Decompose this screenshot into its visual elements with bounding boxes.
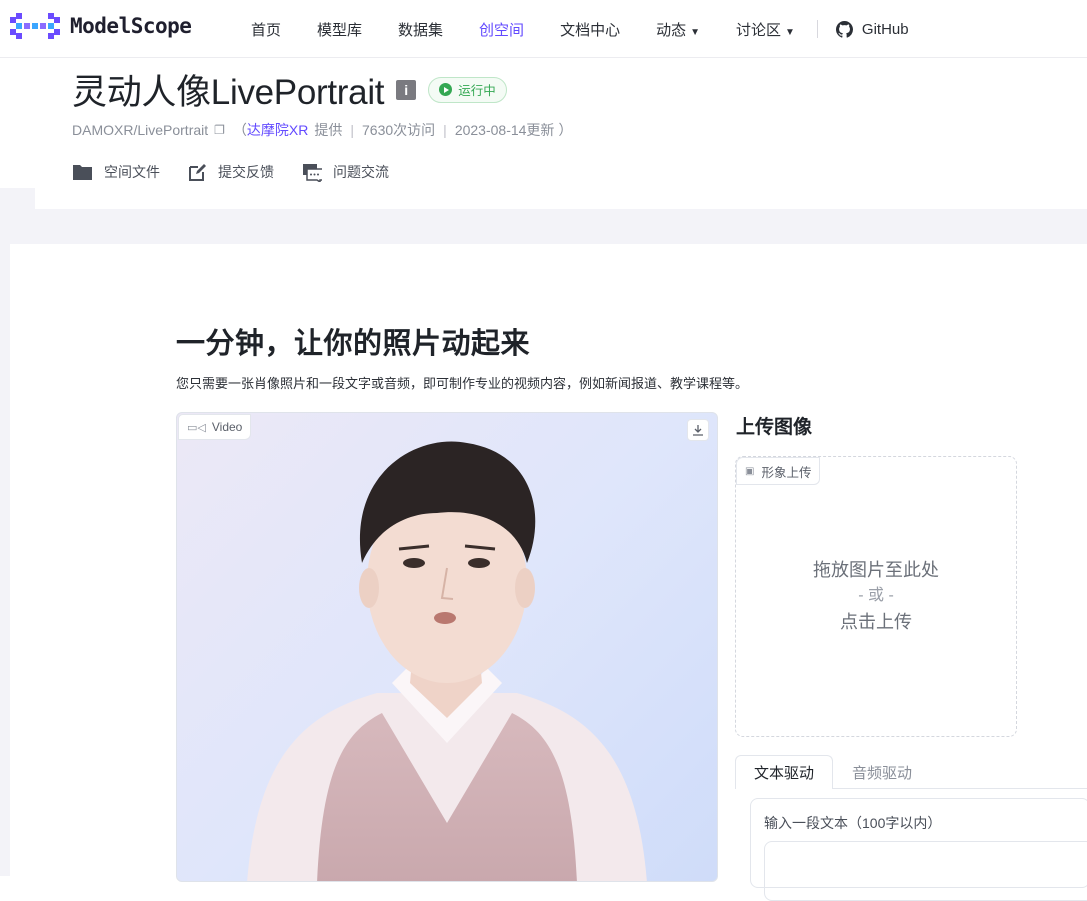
provider-close-paren: ） — [558, 122, 573, 138]
caret-down-icon: ▼ — [690, 26, 700, 38]
header-left-strip — [0, 58, 35, 188]
video-icon: ▭◁ — [187, 421, 206, 434]
video-panel[interactable]: ▭◁ Video — [176, 412, 718, 882]
visit-count: 7630次访问 — [362, 122, 436, 138]
nav-item-forum[interactable]: 讨论区 ▼ — [736, 19, 795, 40]
status-text: 运行中 — [458, 84, 496, 98]
separator: | — [443, 122, 447, 138]
folder-icon — [73, 165, 92, 180]
upload-title: 上传图像 — [736, 417, 813, 438]
text-input-field[interactable] — [764, 841, 1087, 901]
chat-icon — [303, 163, 322, 182]
discussion-button[interactable]: 问题交流 — [302, 162, 389, 182]
logo-text: ModelScope — [70, 14, 192, 38]
updated-date: 2023-08-14更新 — [454, 122, 555, 138]
separator: | — [350, 122, 355, 138]
edit-icon — [189, 163, 206, 181]
image-upload-dropzone[interactable]: ▣ 形象上传 拖放图片至此处 - 或 - 点击上传 — [735, 456, 1017, 737]
nav-item-feed-label: 动态 — [656, 21, 687, 39]
github-label: GitHub — [861, 20, 909, 38]
copy-icon[interactable]: ❐ — [214, 123, 225, 137]
nav-item-feed[interactable]: 动态 ▼ — [656, 19, 700, 40]
space-files-button[interactable]: 空间文件 — [72, 162, 160, 182]
info-icon[interactable]: i — [396, 79, 417, 100]
tab-text-drive[interactable]: 文本驱动 — [735, 755, 833, 789]
nav-divider — [816, 20, 818, 38]
video-label-text: Video — [211, 420, 243, 434]
feedback-button[interactable]: 提交反馈 — [188, 162, 274, 182]
space-files-label: 空间文件 — [104, 164, 160, 180]
logo-icon — [10, 13, 60, 39]
main-heading: 一分钟，让你的照片动起来 — [176, 326, 531, 360]
image-icon: ▣ — [745, 465, 755, 477]
nav-item-home[interactable]: 首页 — [251, 19, 281, 40]
text-input-label: 输入一段文本（100字以内） — [764, 815, 942, 831]
video-label: ▭◁ Video — [178, 414, 252, 440]
nav-menu: 首页 模型库 数据集 创空间 文档中心 动态 ▼ 讨论区 ▼ GitHub — [251, 0, 909, 58]
provider-open-paren: （ — [232, 122, 247, 138]
text-input-panel: 输入一段文本（100字以内） — [750, 798, 1087, 901]
title-row: 灵动人像LivePortrait i 运行中 — [72, 64, 507, 115]
portrait-video-frame — [247, 441, 647, 881]
repo-name: DAMOXR/LivePortrait — [72, 122, 209, 138]
discussion-label: 问题交流 — [333, 164, 389, 180]
provider-link[interactable]: 达摩院XR — [247, 120, 308, 140]
drive-mode-tabs: 文本驱动 音频驱动 — [735, 755, 1087, 789]
drop-hint-or: - 或 - — [858, 587, 894, 604]
drop-hint-line2: 点击上传 — [840, 612, 912, 632]
main-description: 您只需要一张肖像照片和一段文字或音频，即可制作专业的视频内容，例如新闻报道、教学… — [176, 376, 749, 391]
github-icon — [835, 20, 853, 38]
download-icon — [693, 425, 703, 436]
top-navigation: ModelScope 首页 模型库 数据集 创空间 文档中心 动态 ▼ 讨论区 ▼ … — [0, 0, 1087, 58]
nav-item-studios[interactable]: 创空间 — [479, 19, 524, 40]
drop-hint: 拖放图片至此处 - 或 - 点击上传 — [736, 557, 1016, 635]
drop-hint-line1: 拖放图片至此处 — [813, 560, 939, 580]
nav-item-docs[interactable]: 文档中心 — [560, 19, 620, 40]
caret-down-icon: ▼ — [785, 26, 795, 38]
tab-underline — [833, 788, 1087, 789]
nav-item-forum-label: 讨论区 — [736, 21, 782, 39]
provided-label: 提供 — [314, 122, 343, 138]
meta-row: DAMOXR/LivePortrait ❐ （ 达摩院XR 提供 | 7630次… — [72, 120, 572, 140]
play-circle-icon — [439, 83, 453, 96]
upload-tag: ▣ 形象上传 — [736, 457, 821, 485]
tab-audio-drive[interactable]: 音频驱动 — [833, 755, 931, 789]
feedback-label: 提交反馈 — [218, 164, 274, 180]
modelscope-logo[interactable]: ModelScope — [10, 12, 192, 40]
left-edge-bar — [0, 244, 10, 876]
nav-item-datasets[interactable]: 数据集 — [398, 19, 443, 40]
upload-tag-label: 形象上传 — [761, 465, 812, 480]
download-button[interactable] — [687, 419, 709, 441]
action-row: 空间文件 提交反馈 问题交流 — [72, 162, 417, 182]
github-link[interactable]: GitHub — [835, 20, 909, 38]
nav-item-models[interactable]: 模型库 — [317, 19, 362, 40]
page-title: 灵动人像LivePortrait — [72, 73, 385, 112]
status-badge: 运行中 — [428, 76, 507, 103]
